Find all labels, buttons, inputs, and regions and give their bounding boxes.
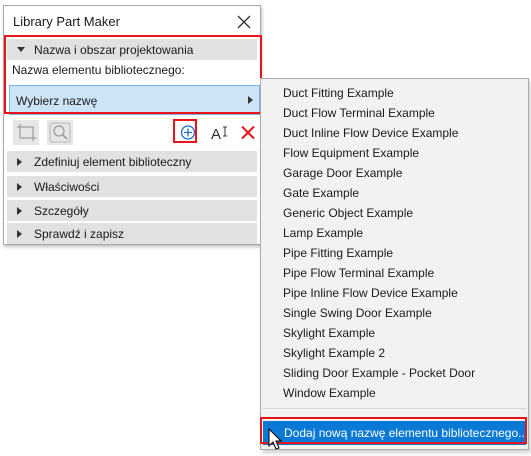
add-name-button[interactable]: [175, 120, 201, 145]
chevron-right-icon: [17, 230, 22, 238]
name-select-value: Wybierz nazwę: [16, 94, 98, 108]
section-label: Właściwości: [34, 180, 100, 194]
menu-item[interactable]: Duct Fitting Example: [283, 83, 394, 103]
chevron-right-icon: [17, 158, 22, 166]
menu-item[interactable]: Lamp Example: [283, 223, 363, 243]
menu-item[interactable]: Duct Inline Flow Device Example: [283, 123, 458, 143]
menu-item[interactable]: Flow Equipment Example: [283, 143, 419, 163]
chevron-down-icon: [17, 47, 25, 52]
menu-item[interactable]: Skylight Example: [283, 323, 375, 343]
window-title: Library Part Maker: [13, 14, 120, 29]
menu-item[interactable]: Pipe Inline Flow Device Example: [283, 283, 458, 303]
section-label: Sprawdź i zapisz: [34, 227, 125, 241]
menu-item[interactable]: Gate Example: [283, 183, 359, 203]
menu-item[interactable]: Generic Object Example: [283, 203, 413, 223]
toolbar: A: [9, 119, 260, 147]
zoom-icon: [49, 122, 71, 143]
menu-item[interactable]: Single Swing Door Example: [283, 303, 432, 323]
title-bar: Library Part Maker: [4, 6, 260, 36]
zoom-button[interactable]: [47, 120, 73, 145]
delete-button[interactable]: [235, 120, 261, 145]
rename-button[interactable]: A: [206, 120, 232, 145]
mouse-cursor-icon: [268, 428, 283, 450]
name-select[interactable]: Wybierz nazwę: [9, 85, 260, 115]
menu-item-add-new-name[interactable]: Dodaj nową nazwę elementu bibliotecznego…: [263, 421, 529, 445]
rename-text-icon: A: [211, 126, 227, 143]
section-details[interactable]: Szczegóły: [7, 200, 257, 221]
menu-item[interactable]: Garage Door Example: [283, 163, 402, 183]
section-label: Zdefiniuj element biblioteczny: [34, 155, 192, 169]
add-circle-icon: [180, 125, 196, 140]
chevron-right-icon: [17, 207, 22, 215]
menu-separator: [263, 408, 526, 409]
section-properties[interactable]: Właściwości: [7, 176, 257, 197]
crop-frame-button[interactable]: [13, 120, 39, 145]
library-part-maker-panel: Library Part Maker Nazwa i obszar projek…: [3, 5, 261, 245]
menu-item[interactable]: Pipe Fitting Example: [283, 243, 393, 263]
menu-item-add-label: Dodaj nową nazwę elementu bibliotecznego…: [284, 426, 529, 440]
menu-item[interactable]: Window Example: [283, 383, 376, 403]
close-icon[interactable]: [233, 11, 255, 33]
section-check-and-save[interactable]: Sprawdź i zapisz: [7, 223, 257, 244]
name-dropdown-menu: Duct Fitting Example Duct Flow Terminal …: [260, 78, 529, 450]
svg-text:A: A: [211, 126, 221, 143]
crop-frame-icon: [17, 124, 36, 141]
section-label: Szczegóły: [34, 204, 89, 218]
delete-x-icon: [241, 125, 255, 140]
section-name-and-design-area[interactable]: Nazwa i obszar projektowania: [7, 39, 257, 60]
chevron-right-icon: [248, 96, 253, 104]
menu-item[interactable]: Skylight Example 2: [283, 343, 385, 363]
menu-item[interactable]: Duct Flow Terminal Example: [283, 103, 435, 123]
chevron-right-icon: [17, 183, 22, 191]
menu-item[interactable]: Pipe Flow Terminal Example: [283, 263, 434, 283]
section-label: Nazwa i obszar projektowania: [34, 43, 194, 57]
section-define-library-part[interactable]: Zdefiniuj element biblioteczny: [7, 151, 257, 172]
menu-item[interactable]: Sliding Door Example - Pocket Door: [283, 363, 475, 383]
name-field-label: Nazwa elementu bibliotecznego:: [12, 63, 185, 77]
